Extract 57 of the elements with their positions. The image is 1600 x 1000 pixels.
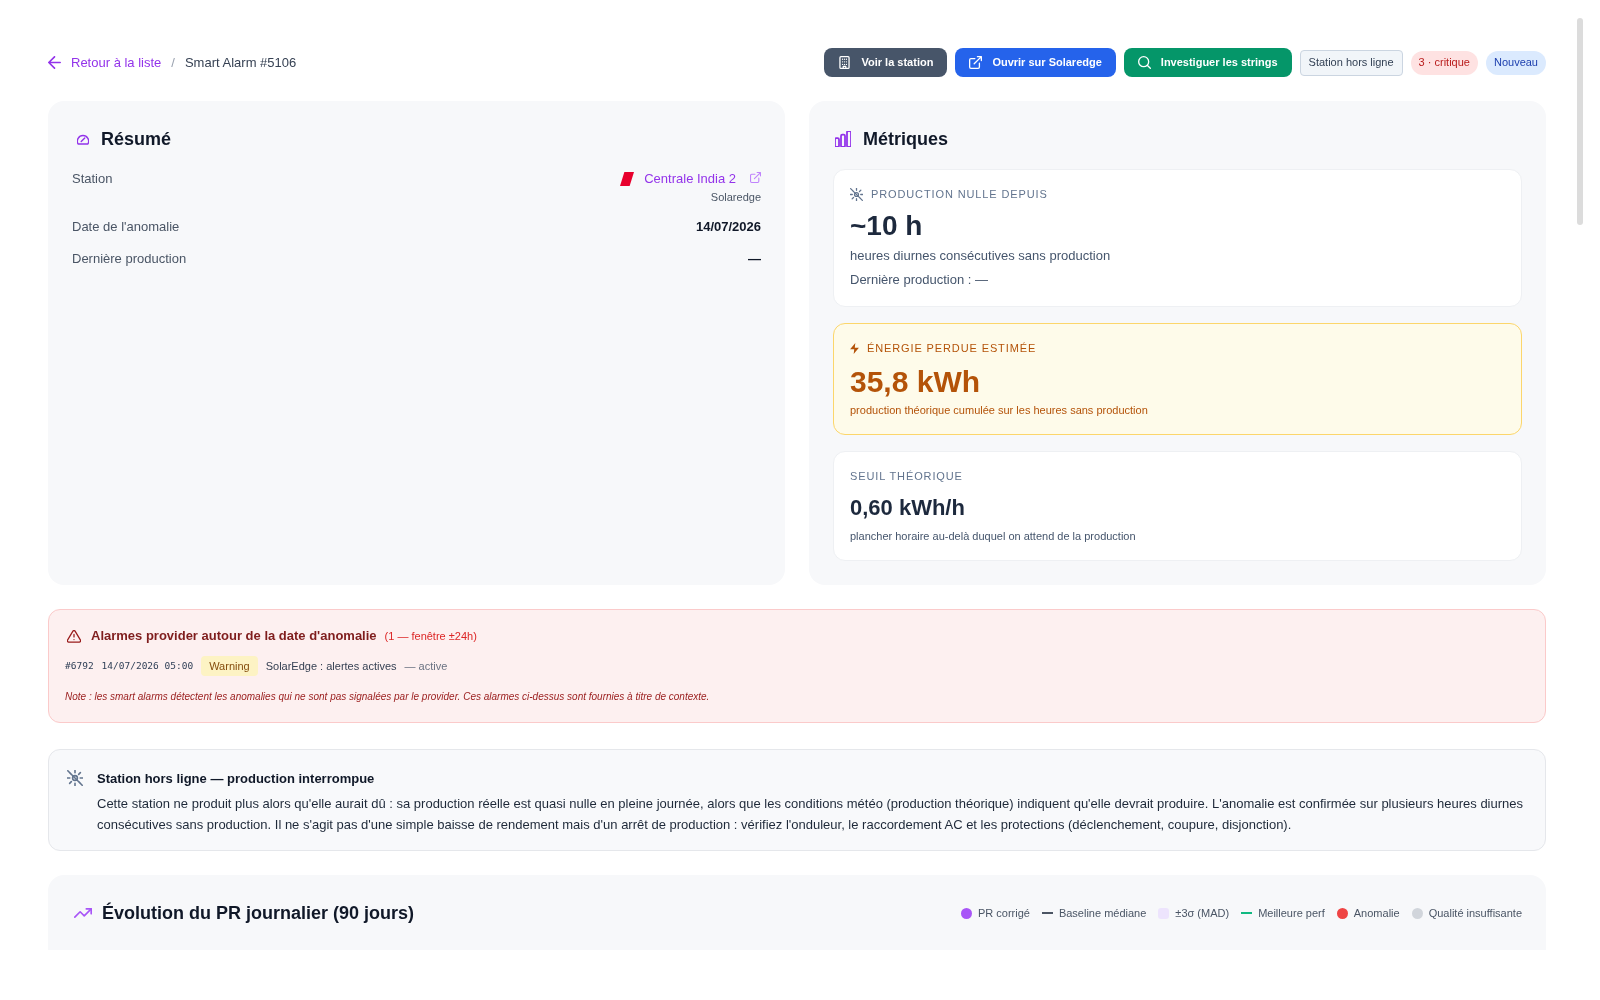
parallelogram-icon: [620, 172, 635, 186]
alarm-level: Warning: [201, 656, 258, 676]
breadcrumb-separator: /: [170, 53, 176, 72]
alarm-status: — active: [404, 658, 448, 674]
sun-off-icon: [67, 770, 83, 786]
sun-off-icon: [850, 187, 863, 201]
station-link[interactable]: Centrale India 2: [644, 169, 736, 189]
legend-label: ±3σ (MAD): [1175, 905, 1230, 921]
metric-value: 35,8 kWh: [850, 364, 982, 400]
legend-label: Qualité insuffisante: [1428, 905, 1522, 921]
field-label: Station: [72, 170, 113, 188]
arrow-left-icon[interactable]: [48, 56, 61, 69]
diagnosis-title: Station hors ligne — production interrompue: [97, 770, 376, 788]
field-label: Dernière production: [72, 250, 187, 268]
metric-label: SEUIL THÉORIQUE: [850, 469, 963, 484]
scrollbar-thumb[interactable]: [1577, 18, 1583, 225]
card-title: Métriques: [863, 127, 949, 151]
state-badge: Nouveau: [1485, 50, 1546, 75]
alarm-note: Note : les smart alarms détectent les anomalies qui ne sont pas signalées par le provider. Ces alarmes ci-dessus sont fournies à titre de contexte.: [65, 690, 711, 704]
open-external-button[interactable]: Ouvrir sur Solaredge: [955, 48, 1116, 77]
diagnosis-text: Cette station ne produit plus alors qu'elle aurait dû : sa production réelle est quasi nulle en pleine journée, alors que les conditions météo (production théorique) indiquent qu'elle devrait produire. L'anomalie est confirmée sur plusieurs heures diurnes consécutives sans production. Il ne s'agit pas d'une simple baisse de rendement mais d'un arrêt de production : vérifiez l'onduleur, le raccordement AC et les protections (déclenchement, coupure, disjonction).: [97, 795, 1525, 834]
gauge-icon: [77, 133, 89, 145]
chart-title: Évolution du PR journalier (90 jours): [102, 901, 415, 925]
metric-value: 0,60 kWh/h: [850, 494, 966, 522]
metric-label: PRODUCTION NULLE DEPUIS: [871, 187, 1048, 202]
bar-chart-icon: [835, 131, 851, 147]
legend-label: PR corrigé: [977, 905, 1030, 921]
field-value: —: [748, 250, 761, 268]
legend-label: Anomalie: [1353, 905, 1400, 921]
trend-up-icon: [74, 908, 92, 918]
warning-icon: [67, 629, 81, 643]
metric-label: ÉNERGIE PERDUE ESTIMÉE: [867, 341, 1037, 356]
legend-label: Baseline médiane: [1058, 905, 1147, 921]
breadcrumb-current: Smart Alarm #5106: [184, 53, 297, 72]
field-label: Date de l'anomalie: [72, 218, 180, 236]
metric-description: plancher horaire au-delà duquel on attend de la production: [850, 529, 1137, 544]
metric-detail: Dernière production : —: [850, 271, 989, 289]
alarm-title: Alarmes provider autour de la date d'anomalie: [91, 627, 377, 646]
back-link[interactable]: Retour à la liste: [48, 52, 162, 73]
building-icon[interactable]: [838, 56, 852, 69]
investigate-button[interactable]: Investiguer les strings: [1123, 48, 1292, 77]
metric-description: production théorique cumulée sur les heures sans production: [850, 403, 1149, 418]
alarm-time: 14/07/2026 05:00: [101, 658, 194, 673]
card-title: Résumé: [101, 127, 172, 151]
lightning-icon: [850, 342, 859, 354]
legend-label: Meilleure perf: [1258, 905, 1325, 921]
metric-description: heures diurnes consécutives sans production: [850, 247, 1112, 265]
provider-name: Solaredge: [710, 190, 761, 205]
metric-value: ~10 h: [850, 210, 924, 242]
search-icon[interactable]: [1137, 56, 1151, 69]
severity-badge: 3 · critique: [1410, 50, 1478, 75]
alarm-count: (1 — fenêtre ±24h): [384, 628, 477, 644]
alarm-id: #6792: [65, 658, 94, 673]
status-badge: Station hors ligne: [1299, 49, 1403, 76]
alarm-message: SolarEdge : alertes actives: [265, 658, 397, 674]
view-station-button[interactable]: Voir la station: [824, 48, 948, 77]
field-value: 14/07/2026: [695, 218, 761, 236]
